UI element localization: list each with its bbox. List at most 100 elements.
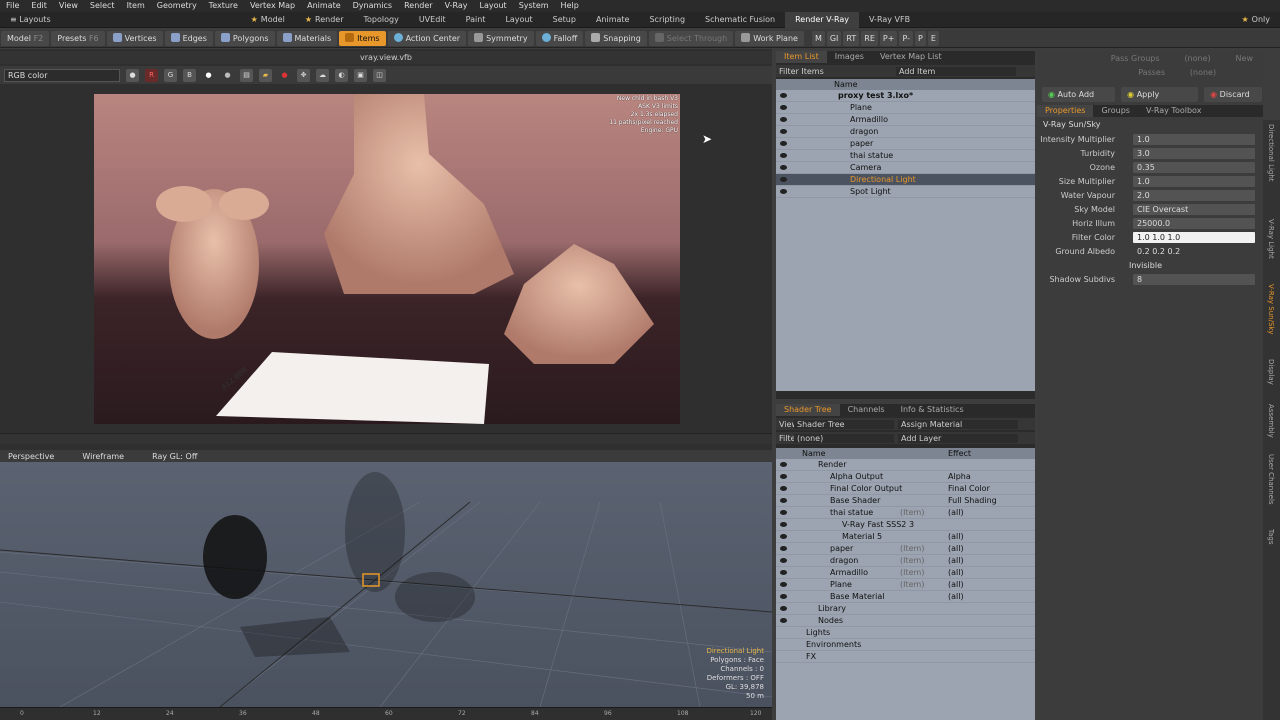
folder-icon[interactable]: ▰ <box>259 68 272 82</box>
property-value[interactable]: 1.0 <box>1133 133 1255 145</box>
layout-tab-v-ray-vfb[interactable]: V-Ray VFB <box>859 12 920 28</box>
menu-item-animate[interactable]: Animate <box>301 0 347 12</box>
assign-material-button[interactable]: Assign Material <box>898 419 1018 429</box>
passes-select[interactable]: (none) <box>1173 68 1233 77</box>
eye-icon[interactable] <box>780 165 787 170</box>
eye-icon[interactable] <box>780 570 787 575</box>
shader-filter-select[interactable]: (none) <box>794 433 894 443</box>
layout-tab-uvedit[interactable]: UVEdit <box>409 12 456 28</box>
shader-row[interactable]: Final Color Output Final Color <box>776 483 1035 495</box>
side-tab-user-channels[interactable]: User Channels <box>1267 454 1275 505</box>
layout-tab-schematic-fusion[interactable]: Schematic Fusion <box>695 12 785 28</box>
shader-row[interactable]: Base Shader Full Shading <box>776 495 1035 507</box>
add-item-button[interactable]: Add Item <box>896 66 1016 76</box>
eye-icon[interactable] <box>780 582 787 587</box>
property-value[interactable]: 3.0 <box>1133 147 1255 159</box>
eye-icon[interactable] <box>780 618 787 623</box>
view-type[interactable]: Perspective <box>0 452 62 461</box>
render-tool-button[interactable]: P- <box>899 31 913 46</box>
history-icon[interactable]: ▣ <box>354 68 367 82</box>
layout-tab-topology[interactable]: Topology <box>353 12 408 28</box>
edges-button[interactable]: Edges <box>164 31 213 46</box>
shader-row[interactable]: FX <box>776 651 1035 663</box>
eye-icon[interactable] <box>780 546 787 551</box>
item-row[interactable]: Directional Light <box>776 174 1035 186</box>
tab-shader-tree[interactable]: Shader Tree <box>776 404 840 416</box>
tab-properties[interactable]: Properties <box>1037 105 1094 117</box>
render-tool-button[interactable]: GI <box>826 31 842 46</box>
menu-item-system[interactable]: System <box>513 0 555 12</box>
menu-item-render[interactable]: Render <box>398 0 438 12</box>
shader-row[interactable]: Environments <box>776 639 1035 651</box>
menu-item-dynamics[interactable]: Dynamics <box>347 0 398 12</box>
property-value[interactable]: 8 <box>1133 273 1255 285</box>
property-value[interactable]: Invisible <box>1125 260 1247 271</box>
shader-row[interactable]: dragon (Item) (all) <box>776 555 1035 567</box>
side-tab-directional-light[interactable]: Directional Light <box>1267 124 1275 182</box>
green-channel-button[interactable]: G <box>164 68 177 82</box>
ray-gl-toggle[interactable]: Ray GL: Off <box>144 452 205 461</box>
items-button[interactable]: Items <box>339 31 386 46</box>
teapot-icon[interactable]: ☁ <box>316 68 329 82</box>
shader-row[interactable]: Alpha Output Alpha <box>776 471 1035 483</box>
select-through-button[interactable]: Select Through <box>648 31 734 46</box>
stop-icon[interactable]: ● <box>278 69 291 82</box>
timeline-ruler[interactable]: 0 12 24 36 48 60 72 84 96 108 120 <box>0 707 772 720</box>
eye-icon[interactable] <box>780 153 787 158</box>
item-row[interactable]: thai statue <box>776 150 1035 162</box>
render-tool-button[interactable]: RE <box>861 31 878 46</box>
presets-button[interactable]: Presets F6 <box>51 31 105 46</box>
menu-item-view[interactable]: View <box>53 0 84 12</box>
property-value[interactable]: 0.35 <box>1133 161 1255 173</box>
side-tab-v-ray-sun-sky[interactable]: V-Ray Sun/Sky <box>1267 284 1275 334</box>
eye-icon[interactable] <box>780 177 787 182</box>
materials-button[interactable]: Materials <box>276 31 338 46</box>
layouts-menu[interactable]: ≡ Layouts <box>0 12 61 28</box>
shader-row[interactable]: Base Material (all) <box>776 591 1035 603</box>
render-tool-button[interactable]: M <box>811 31 825 46</box>
layout-tab-setup[interactable]: Setup <box>543 12 586 28</box>
side-tab-v-ray-light[interactable]: V-Ray Light <box>1267 219 1275 259</box>
action-center-button[interactable]: Action Center <box>387 31 467 46</box>
add-layer-button[interactable]: Add Layer <box>898 433 1018 443</box>
discard-button[interactable]: ◉ Discard <box>1204 86 1262 102</box>
menu-item-select[interactable]: Select <box>84 0 121 12</box>
eye-icon[interactable] <box>780 510 787 515</box>
side-tab-tags[interactable]: Tags <box>1267 529 1275 545</box>
property-value[interactable]: 2.0 <box>1133 189 1255 201</box>
menu-item-v-ray[interactable]: V-Ray <box>439 0 474 12</box>
eye-icon[interactable] <box>780 117 787 122</box>
auto-add-button[interactable]: ◉ Auto Add <box>1042 86 1116 102</box>
property-value[interactable]: 1.0 1.0 1.0 <box>1133 231 1255 243</box>
eye-icon[interactable] <box>780 486 787 491</box>
side-tab-assembly[interactable]: Assembly <box>1267 404 1275 438</box>
shader-row[interactable]: Nodes <box>776 615 1035 627</box>
layout-tab-render[interactable]: ★ Render <box>295 12 354 28</box>
new-pass-group-button[interactable]: New <box>1236 54 1253 63</box>
eye-icon[interactable] <box>780 93 787 98</box>
channel-select[interactable]: RGB color <box>4 68 120 82</box>
eye-icon[interactable] <box>780 594 787 599</box>
render-tool-button[interactable]: P <box>914 31 926 46</box>
menu-item-texture[interactable]: Texture <box>203 0 244 12</box>
tab-item-list[interactable]: Item List <box>776 51 827 63</box>
tab-v-ray-toolbox[interactable]: V-Ray Toolbox <box>1138 105 1209 117</box>
eye-icon[interactable] <box>780 522 787 527</box>
shader-row[interactable]: Armadillo (Item) (all) <box>776 567 1035 579</box>
eye-icon[interactable] <box>780 462 787 467</box>
eye-icon[interactable] <box>780 498 787 503</box>
layout-tab-model[interactable]: ★ Model <box>241 12 295 28</box>
item-row[interactable]: Spot Light <box>776 186 1035 198</box>
menu-item-item[interactable]: Item <box>121 0 151 12</box>
polygons-button[interactable]: Polygons <box>214 31 275 46</box>
item-row[interactable]: Armadillo <box>776 114 1035 126</box>
symmetry-button[interactable]: Symmetry <box>468 31 534 46</box>
tab-vertex-map-list[interactable]: Vertex Map List <box>872 51 950 63</box>
shader-row[interactable]: paper (Item) (all) <box>776 543 1035 555</box>
layout-tab-scripting[interactable]: Scripting <box>639 12 695 28</box>
menu-item-edit[interactable]: Edit <box>25 0 53 12</box>
property-value[interactable]: 25000.0 <box>1133 217 1255 229</box>
property-value[interactable]: 1.0 <box>1133 175 1255 187</box>
item-row[interactable]: proxy test 3.lxo* <box>776 90 1035 102</box>
blue-channel-button[interactable]: B <box>183 68 196 82</box>
